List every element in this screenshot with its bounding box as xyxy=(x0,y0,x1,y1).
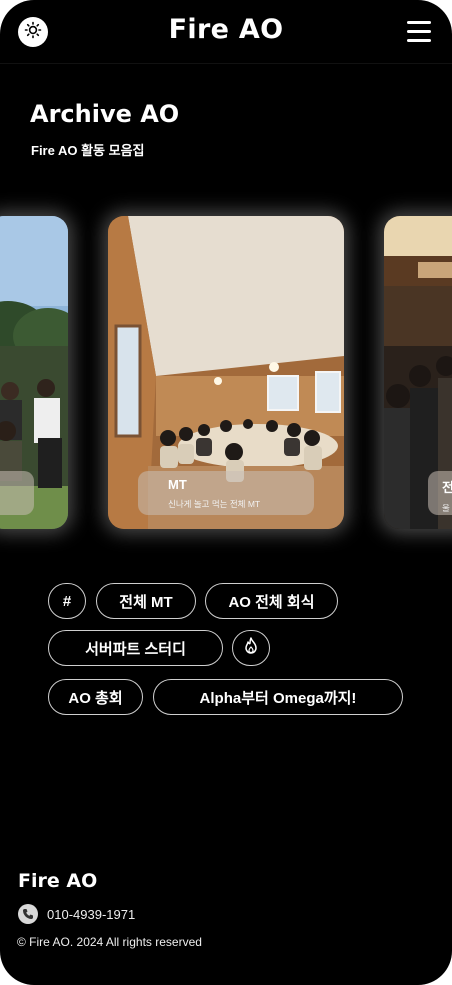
footer-brand: Fire AO xyxy=(18,870,98,892)
page-title: Archive AO xyxy=(30,100,180,128)
app-screen: Fire AO Archive AO Fire AO 활동 모음집 MT 신나게… xyxy=(0,0,452,985)
tag-all-mt[interactable]: 전체 MT xyxy=(96,583,196,619)
footer-phone[interactable]: 010-4939-1971 xyxy=(18,904,135,924)
top-header: Fire AO xyxy=(0,0,452,64)
phone-number[interactable]: 010-4939-1971 xyxy=(47,907,135,922)
tag-alpha-omega[interactable]: Alpha부터 Omega까지! xyxy=(153,679,403,715)
card-description: 울 xyxy=(442,503,450,513)
card-caption-mt: MT 신나게 놀고 먹는 전체 MT xyxy=(138,471,314,515)
card-title: 전 xyxy=(442,480,452,495)
page-subtitle: Fire AO 활동 모음집 xyxy=(31,143,145,158)
card-title: MT xyxy=(168,477,187,492)
app-title[interactable]: Fire AO xyxy=(0,14,452,45)
carousel-card-mt[interactable]: MT 신나게 놀고 먹는 전체 MT xyxy=(108,216,344,529)
card-description: 신나게 놀고 먹는 전체 MT xyxy=(168,499,261,509)
tag-ao-general-meeting[interactable]: AO 총회 xyxy=(48,679,143,715)
tag-hash[interactable]: # xyxy=(48,583,86,619)
tag-server-study[interactable]: 서버파트 스터디 xyxy=(48,630,223,666)
phone-icon xyxy=(18,904,38,924)
copyright-text: © Fire AO. 2024 All rights reserved xyxy=(17,935,202,949)
tag-fire[interactable] xyxy=(232,630,270,666)
hamburger-menu-icon[interactable] xyxy=(407,21,433,43)
card-caption-next: 전 울 xyxy=(428,471,452,515)
carousel-card-next[interactable]: 전 울 xyxy=(384,216,452,529)
carousel-card-previous[interactable] xyxy=(0,216,68,529)
fire-icon xyxy=(243,637,259,659)
tag-ao-dinner[interactable]: AO 전체 회식 xyxy=(205,583,338,619)
card-caption-previous xyxy=(0,471,34,515)
